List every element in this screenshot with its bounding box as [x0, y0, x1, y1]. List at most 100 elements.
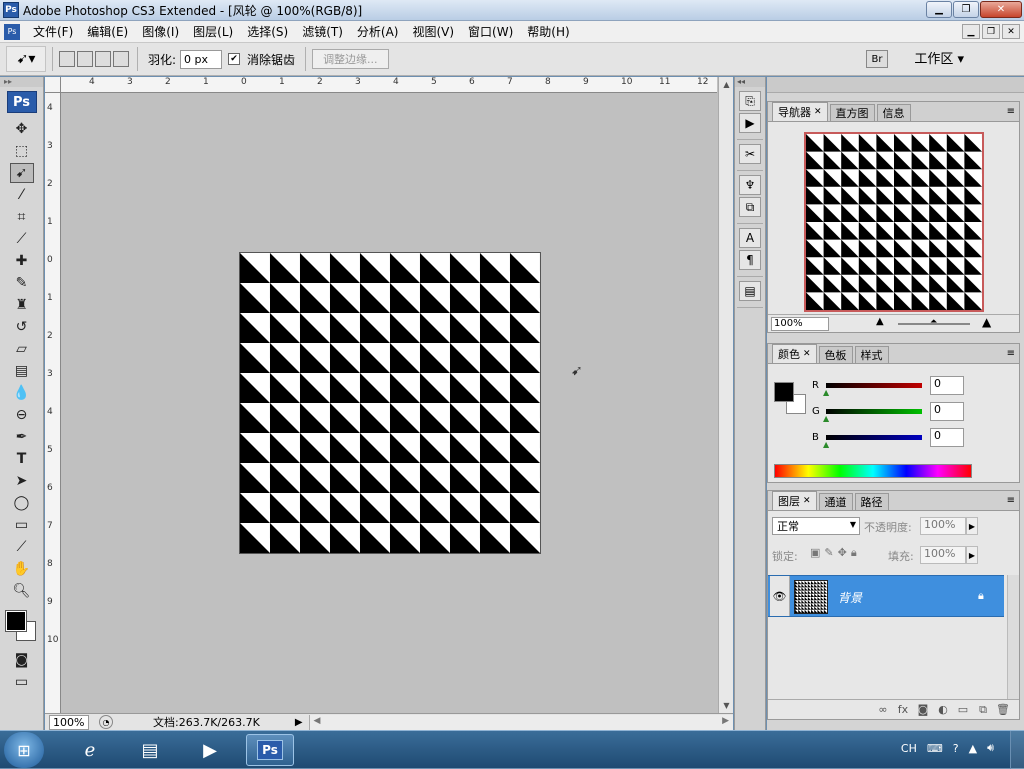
panel-menu-icon[interactable]: ≡ [1007, 106, 1015, 117]
add-selection-button[interactable] [77, 51, 93, 67]
visibility-eye-icon[interactable]: 👁︎ [770, 576, 790, 616]
tray-expand-icon[interactable]: ▲ [969, 742, 977, 755]
tab-histogram[interactable]: 直方图 [830, 104, 875, 121]
ie-icon[interactable]: ℯ [66, 734, 114, 766]
link-layers-icon[interactable]: ∞ [873, 703, 893, 716]
minimize-button[interactable]: ▁ [926, 1, 952, 18]
close-tab-icon[interactable]: ✕ [814, 107, 822, 117]
layer-name[interactable]: 背景 [838, 589, 862, 606]
menu-analysis[interactable]: 分析(A) [350, 21, 406, 43]
menu-layer[interactable]: 图层(L) [186, 21, 240, 43]
zoom-out-icon[interactable]: ▲ [876, 316, 884, 327]
panel-menu-icon[interactable]: ≡ [1007, 495, 1015, 506]
fill-arrow-icon[interactable]: ▶ [966, 546, 978, 564]
r-slider[interactable]: ▲ [826, 383, 922, 388]
help-icon[interactable]: ? [953, 742, 959, 755]
scroll-right-icon[interactable]: ▶ [722, 716, 729, 726]
gradient-tool-icon[interactable]: ▤ [10, 361, 34, 381]
close-tab-icon[interactable]: ✕ [803, 496, 811, 506]
blur-tool-icon[interactable]: 💧 [10, 383, 34, 403]
ps-logo[interactable]: Ps [7, 91, 37, 113]
tab-navigator[interactable]: 导航器✕ [772, 102, 828, 121]
menu-filter[interactable]: 滤镜(T) [295, 21, 350, 43]
menu-file[interactable]: 文件(F) [26, 21, 80, 43]
photoshop-icon[interactable]: Ps [246, 734, 294, 766]
g-value-field[interactable]: 0 [930, 402, 964, 421]
document-canvas[interactable] [239, 252, 541, 554]
tab-styles[interactable]: 样式 [855, 346, 889, 363]
horizontal-scrollbar[interactable]: ◀ ▶ [309, 715, 733, 730]
menu-edit[interactable]: 编辑(E) [80, 21, 135, 43]
doc-close-button[interactable]: ✕ [1002, 24, 1020, 39]
panels-grip[interactable] [767, 77, 1024, 93]
new-group-icon[interactable]: ▭ [953, 703, 973, 716]
status-zoom-field[interactable]: 100% [49, 715, 89, 730]
tool-preset-picker[interactable]: ➹▾ [6, 46, 46, 72]
tab-swatches[interactable]: 色板 [819, 346, 853, 363]
canvas-area[interactable]: 43210123456789101112 4321012345678910 ▲ … [45, 77, 733, 730]
zoom-in-icon[interactable]: ▲ [982, 315, 991, 329]
color-fg-swatch[interactable] [774, 382, 794, 402]
start-button[interactable]: ⊞ [4, 732, 44, 768]
brush-tool-icon[interactable]: ✎ [10, 273, 34, 293]
opacity-field[interactable]: 100% [920, 517, 966, 535]
layers-scrollbar[interactable] [1007, 575, 1019, 699]
blend-mode-select[interactable]: 正常▼ [772, 517, 860, 535]
slice-tool-icon[interactable]: ⟋ [10, 229, 34, 249]
vertical-scrollbar[interactable]: ▲ ▼ [718, 77, 733, 713]
history-brush-icon[interactable]: ↺ [10, 317, 34, 337]
vertical-ruler[interactable]: 4321012345678910 [45, 93, 61, 713]
scroll-left-icon[interactable]: ◀ [314, 716, 321, 726]
history-panel-icon[interactable]: ⎘ [739, 91, 761, 111]
explorer-icon[interactable]: ▤ [126, 734, 174, 766]
bridge-icon[interactable]: Br [866, 50, 888, 68]
ellipse-tool-icon[interactable]: ◯ [10, 493, 34, 513]
pen-tool-icon[interactable]: ✒ [10, 427, 34, 447]
show-desktop-button[interactable] [1010, 731, 1024, 769]
quick-mask-icon[interactable]: ◙ [10, 650, 34, 670]
scroll-down-icon[interactable]: ▼ [719, 698, 734, 713]
feather-input[interactable] [180, 50, 222, 69]
ruler-corner[interactable] [45, 77, 61, 93]
status-info-icon[interactable]: ◔ [99, 715, 113, 729]
g-knob[interactable]: ▲ [823, 414, 829, 423]
b-knob[interactable]: ▲ [823, 440, 829, 449]
layer-style-icon[interactable]: fx [893, 703, 913, 716]
healing-brush-icon[interactable]: ✚ [10, 251, 34, 271]
r-knob[interactable]: ▲ [823, 388, 829, 397]
tab-channels[interactable]: 通道 [819, 493, 853, 510]
screen-mode-icon[interactable]: ▭ [10, 672, 34, 692]
workspace-button[interactable]: 工作区 ▾ [914, 48, 964, 67]
path-select-icon[interactable]: ➤ [10, 471, 34, 491]
menu-select[interactable]: 选择(S) [240, 21, 295, 43]
layer-mask-icon[interactable]: ◙ [913, 703, 933, 716]
clone-stamp-icon[interactable]: ♜ [10, 295, 34, 315]
g-slider[interactable]: ▲ [826, 409, 922, 414]
refine-edge-button[interactable]: 调整边缘... [312, 49, 389, 69]
doc-minimize-button[interactable]: ▁ [962, 24, 980, 39]
layer-row[interactable]: 👁︎ 背景 🔒︎ [768, 575, 1004, 617]
close-button[interactable]: ✕ [980, 1, 1022, 18]
status-menu-arrow-icon[interactable]: ▶ [295, 717, 303, 728]
opacity-arrow-icon[interactable]: ▶ [966, 517, 978, 535]
menu-view[interactable]: 视图(V) [405, 21, 461, 43]
tab-layers[interactable]: 图层✕ [772, 491, 817, 510]
zoom-tool-icon[interactable]: 🔍︎ [10, 581, 34, 601]
new-selection-button[interactable] [59, 51, 75, 67]
color-spectrum-bar[interactable] [774, 464, 972, 478]
menu-window[interactable]: 窗口(W) [461, 21, 520, 43]
scroll-up-icon[interactable]: ▲ [719, 77, 734, 92]
horizontal-ruler[interactable]: 43210123456789101112 [61, 77, 717, 93]
menu-help[interactable]: 帮助(H) [520, 21, 576, 43]
layer-comps-icon[interactable]: ▤ [739, 281, 761, 301]
volume-icon[interactable]: 🔊︎ [987, 741, 994, 755]
hand-tool-icon[interactable]: ✋ [10, 559, 34, 579]
toolbox-grip[interactable]: ▸▸ [0, 77, 43, 87]
fill-field[interactable]: 100% [920, 546, 966, 564]
delete-layer-icon[interactable]: 🗑︎ [993, 703, 1013, 716]
crop-tool-icon[interactable]: ⌗ [10, 207, 34, 227]
marquee-tool-icon[interactable]: ⬚ [10, 141, 34, 161]
restore-button[interactable]: ❐ [953, 1, 979, 18]
tab-info[interactable]: 信息 [877, 104, 911, 121]
language-indicator[interactable]: CH [901, 742, 917, 755]
